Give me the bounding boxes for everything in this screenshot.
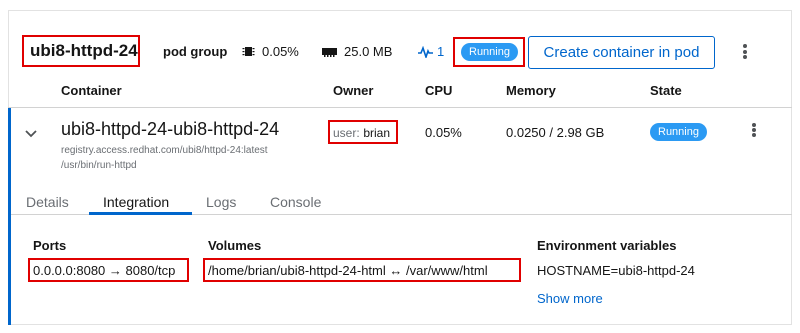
container-memory: 0.0250 / 2.98 GB bbox=[506, 125, 605, 140]
volumes-value: /home/brian/ubi8-httpd-24-html ↔ /var/ww… bbox=[208, 263, 488, 278]
container-owner: user: brian bbox=[333, 125, 390, 140]
memory-icon bbox=[322, 45, 337, 58]
header-divider bbox=[8, 107, 792, 108]
pod-name[interactable]: ubi8-httpd-24 bbox=[30, 41, 138, 61]
container-name[interactable]: ubi8-httpd-24-ubi8-httpd-24 bbox=[61, 119, 279, 140]
expanded-row-accent bbox=[8, 108, 11, 325]
owner-value: brian bbox=[363, 126, 390, 140]
header-cpu: CPU bbox=[425, 83, 453, 98]
container-cpu: 0.05% bbox=[425, 125, 462, 140]
chevron-down-icon[interactable] bbox=[25, 125, 37, 138]
activity-icon bbox=[418, 45, 433, 60]
tab-logs[interactable]: Logs bbox=[206, 194, 236, 210]
pod-cpu-value: 0.05% bbox=[262, 44, 299, 59]
show-more-link[interactable]: Show more bbox=[537, 291, 603, 306]
tab-details[interactable]: Details bbox=[26, 194, 69, 210]
header-container: Container bbox=[61, 83, 122, 98]
pod-group-label: pod group bbox=[163, 44, 227, 59]
env-value: HOSTNAME=ubi8-httpd-24 bbox=[537, 263, 695, 278]
header-state: State bbox=[650, 83, 682, 98]
tab-console[interactable]: Console bbox=[270, 194, 321, 210]
create-container-button[interactable]: Create container in pod bbox=[528, 36, 715, 69]
container-image: registry.access.redhat.com/ubi8/httpd-24… bbox=[61, 145, 268, 156]
container-kebab-icon[interactable] bbox=[752, 123, 756, 137]
pod-activity[interactable]: 1 bbox=[418, 44, 445, 60]
pod-status-badge: Running bbox=[461, 43, 518, 61]
pod-group-text: pod group bbox=[163, 44, 228, 59]
active-tab-indicator bbox=[89, 212, 192, 215]
chip-icon bbox=[242, 45, 255, 58]
owner-prefix: user: bbox=[333, 126, 360, 140]
volumes-label: Volumes bbox=[208, 238, 262, 253]
ports-value: 0.0.0.0:8080 → 8080/tcp bbox=[33, 263, 176, 278]
pod-cpu: 0.05% bbox=[242, 44, 299, 59]
container-command: /usr/bin/run-httpd bbox=[61, 160, 137, 171]
pod-activity-count: 1 bbox=[437, 44, 445, 59]
header-owner: Owner bbox=[333, 83, 374, 98]
pod-memory-value: 25.0 MB bbox=[344, 44, 393, 59]
ports-label: Ports bbox=[33, 238, 67, 253]
pod-kebab-icon[interactable] bbox=[743, 44, 747, 59]
pod-memory: 25.0 MB bbox=[322, 44, 392, 59]
env-label: Environment variables bbox=[537, 238, 677, 253]
container-state-badge: Running bbox=[650, 123, 707, 141]
header-memory: Memory bbox=[506, 83, 556, 98]
tab-integration[interactable]: Integration bbox=[103, 194, 169, 210]
